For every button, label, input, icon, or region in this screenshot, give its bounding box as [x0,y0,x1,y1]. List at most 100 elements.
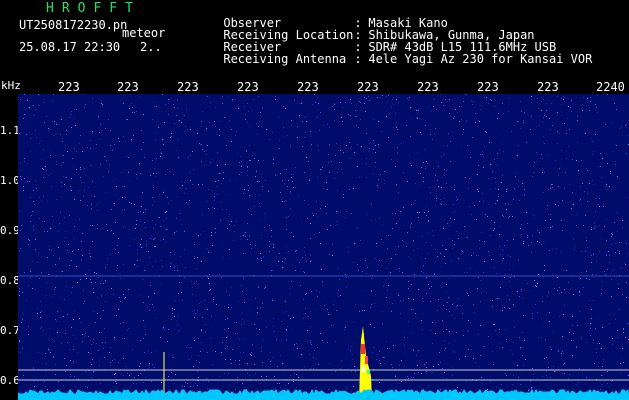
noise-dot [609,247,610,248]
noise-dot [606,255,607,256]
noise-dot [19,340,20,341]
noise-dot [41,140,42,141]
noise-dot [591,262,592,263]
noise-dot [223,178,224,179]
noise-dot [566,133,567,134]
noise-dot [143,382,144,383]
noise-dot [486,132,487,133]
noise-dot [280,173,281,174]
noise-dot [257,308,258,309]
noise-dot [392,228,393,229]
noise-dot [160,149,161,150]
noise-dot [368,96,369,97]
noise-dot [239,174,240,175]
noise-dot [351,103,352,104]
noise-dot [618,283,619,284]
noise-dot [449,278,450,279]
noise-dot [341,117,342,118]
noise-dot [483,272,484,273]
noise-dot [240,156,241,157]
noise-dot [378,121,379,122]
noise-dot [105,267,106,268]
noise-dot [23,375,24,376]
noise-dot [355,110,356,111]
noise-dot [623,362,624,363]
noise-dot [456,332,457,333]
noise-dot [90,256,91,257]
noise-dot [269,241,270,242]
noise-dot [209,283,210,284]
noise-dot [188,204,189,205]
noise-dot [558,186,559,187]
noise-dot [65,231,66,232]
noise-dot [351,391,352,392]
noise-dot [37,308,38,309]
noise-dot [591,227,592,228]
noise-dot [467,272,468,273]
noise-dot [202,184,203,185]
noise-dot [451,315,452,316]
noise-dot [118,238,119,239]
noise-dot [302,257,303,258]
noise-dot [210,162,211,163]
noise-dot [132,112,133,113]
noise-dot [532,176,533,177]
noise-dot [265,180,266,181]
noise-dot [518,121,519,122]
noise-dot [172,357,173,358]
noise-dot [92,225,93,226]
noise-dot [606,254,607,255]
noise-dot [209,122,210,123]
noise-dot [457,199,458,200]
noise-dot [541,154,542,155]
noise-dot [19,288,20,289]
noise-dot [371,220,372,221]
noise-dot [212,207,213,208]
noise-dot [607,163,608,164]
noise-dot [194,340,195,341]
noise-dot [542,376,543,377]
noise-dot [563,314,564,315]
noise-dot [550,377,551,378]
noise-dot [290,208,291,209]
noise-dot [230,258,231,259]
noise-dot [265,287,266,288]
noise-dot [579,291,580,292]
noise-dot [305,294,306,295]
noise-dot [532,368,533,369]
noise-dot [291,232,292,233]
noise-dot [182,300,183,301]
noise-dot [225,359,226,360]
noise-dot [374,303,375,304]
noise-dot [51,250,52,251]
noise-dot [596,274,597,275]
noise-dot [194,317,195,318]
noise-dot [300,260,301,261]
noise-dot [291,177,292,178]
noise-dot [480,280,481,281]
noise-dot [499,226,500,227]
noise-dot [327,124,328,125]
noise-dot [589,183,590,184]
noise-dot [472,137,473,138]
noise-dot [272,300,273,301]
noise-dot [479,248,480,249]
noise-dot [226,291,227,292]
noise-dot [71,292,72,293]
noise-dot [389,113,390,114]
noise-dot [531,242,532,243]
noise-dot [316,309,317,310]
noise-dot [335,371,336,372]
noise-dot [614,314,615,315]
noise-dot [467,145,468,146]
noise-dot [310,238,311,239]
noise-dot [288,180,289,181]
noise-dot [625,125,626,126]
noise-dot [32,318,33,319]
noise-dot [105,264,106,265]
noise-dot [283,106,284,107]
noise-dot [423,181,424,182]
noise-dot [41,159,42,160]
noise-dot [599,166,600,167]
noise-dot [514,188,515,189]
